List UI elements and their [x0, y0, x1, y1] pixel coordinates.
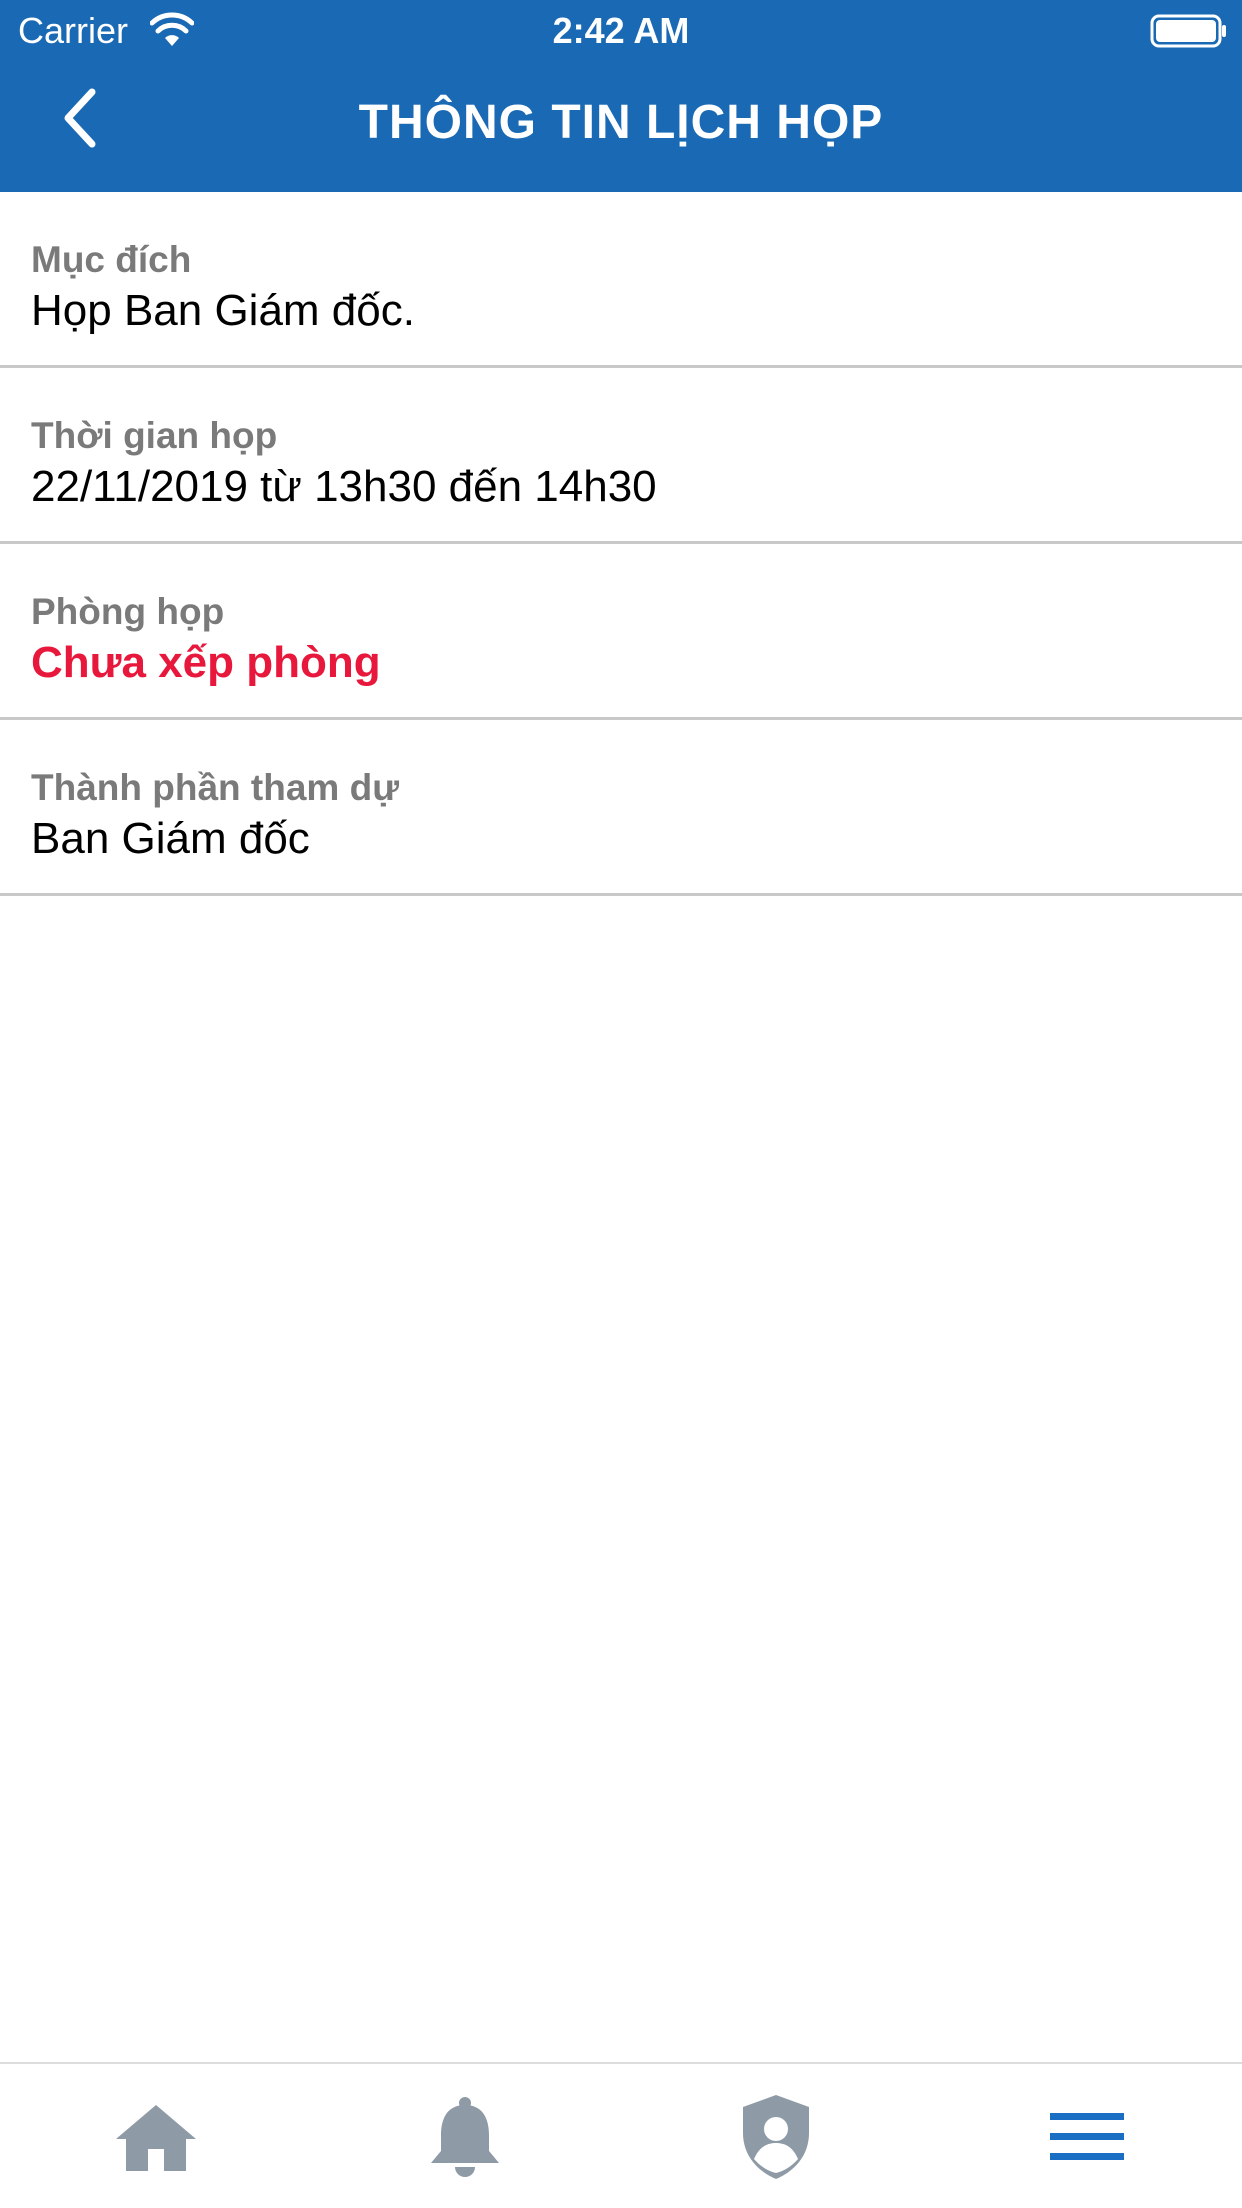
attendees-row: Thành phần tham dự Ban Giám đốc [0, 720, 1242, 896]
meeting-details-list: Mục đích Họp Ban Giám đốc. Thời gian họp… [0, 192, 1242, 896]
status-time: 2:42 AM [552, 10, 690, 51]
purpose-row: Mục đích Họp Ban Giám đốc. [0, 192, 1242, 368]
page-title: THÔNG TIN LỊCH HỌP [358, 96, 884, 149]
menu-icon [1050, 2111, 1124, 2163]
attendees-label: Thành phần tham dự [31, 767, 399, 808]
status-bar: Carrier 2:42 AM [0, 0, 1242, 62]
bell-icon [427, 2095, 503, 2179]
meeting-time-value: 22/11/2019 từ 13h30 đến 14h30 [31, 462, 657, 511]
tab-profile[interactable] [726, 2092, 826, 2182]
app-header: Carrier 2:42 AM THÔNG TIN LỊCH HỌP [0, 0, 1242, 192]
battery-icon [1150, 14, 1228, 48]
meeting-time-row: Thời gian họp 22/11/2019 từ 13h30 đến 14… [0, 368, 1242, 544]
tab-home[interactable] [106, 2092, 206, 2182]
meeting-time-label: Thời gian họp [31, 415, 278, 456]
tab-notifications[interactable] [415, 2092, 515, 2182]
meeting-room-row: Phòng họp Chưa xếp phòng [0, 544, 1242, 720]
meeting-room-value: Chưa xếp phòng [31, 638, 381, 687]
purpose-label: Mục đích [31, 239, 192, 280]
meeting-room-label: Phòng họp [31, 591, 225, 632]
home-icon [114, 2101, 198, 2173]
attendees-value: Ban Giám đốc [31, 814, 310, 863]
user-shield-icon [739, 2093, 813, 2181]
meeting-info-screen: Carrier 2:42 AM THÔNG TIN LỊCH HỌP Mục đ… [0, 0, 1242, 2208]
purpose-value: Họp Ban Giám đốc. [31, 286, 415, 335]
tab-menu[interactable] [1037, 2092, 1137, 2182]
navigation-bar: THÔNG TIN LỊCH HỌP [0, 62, 1242, 192]
bottom-tab-bar [0, 2062, 1242, 2208]
